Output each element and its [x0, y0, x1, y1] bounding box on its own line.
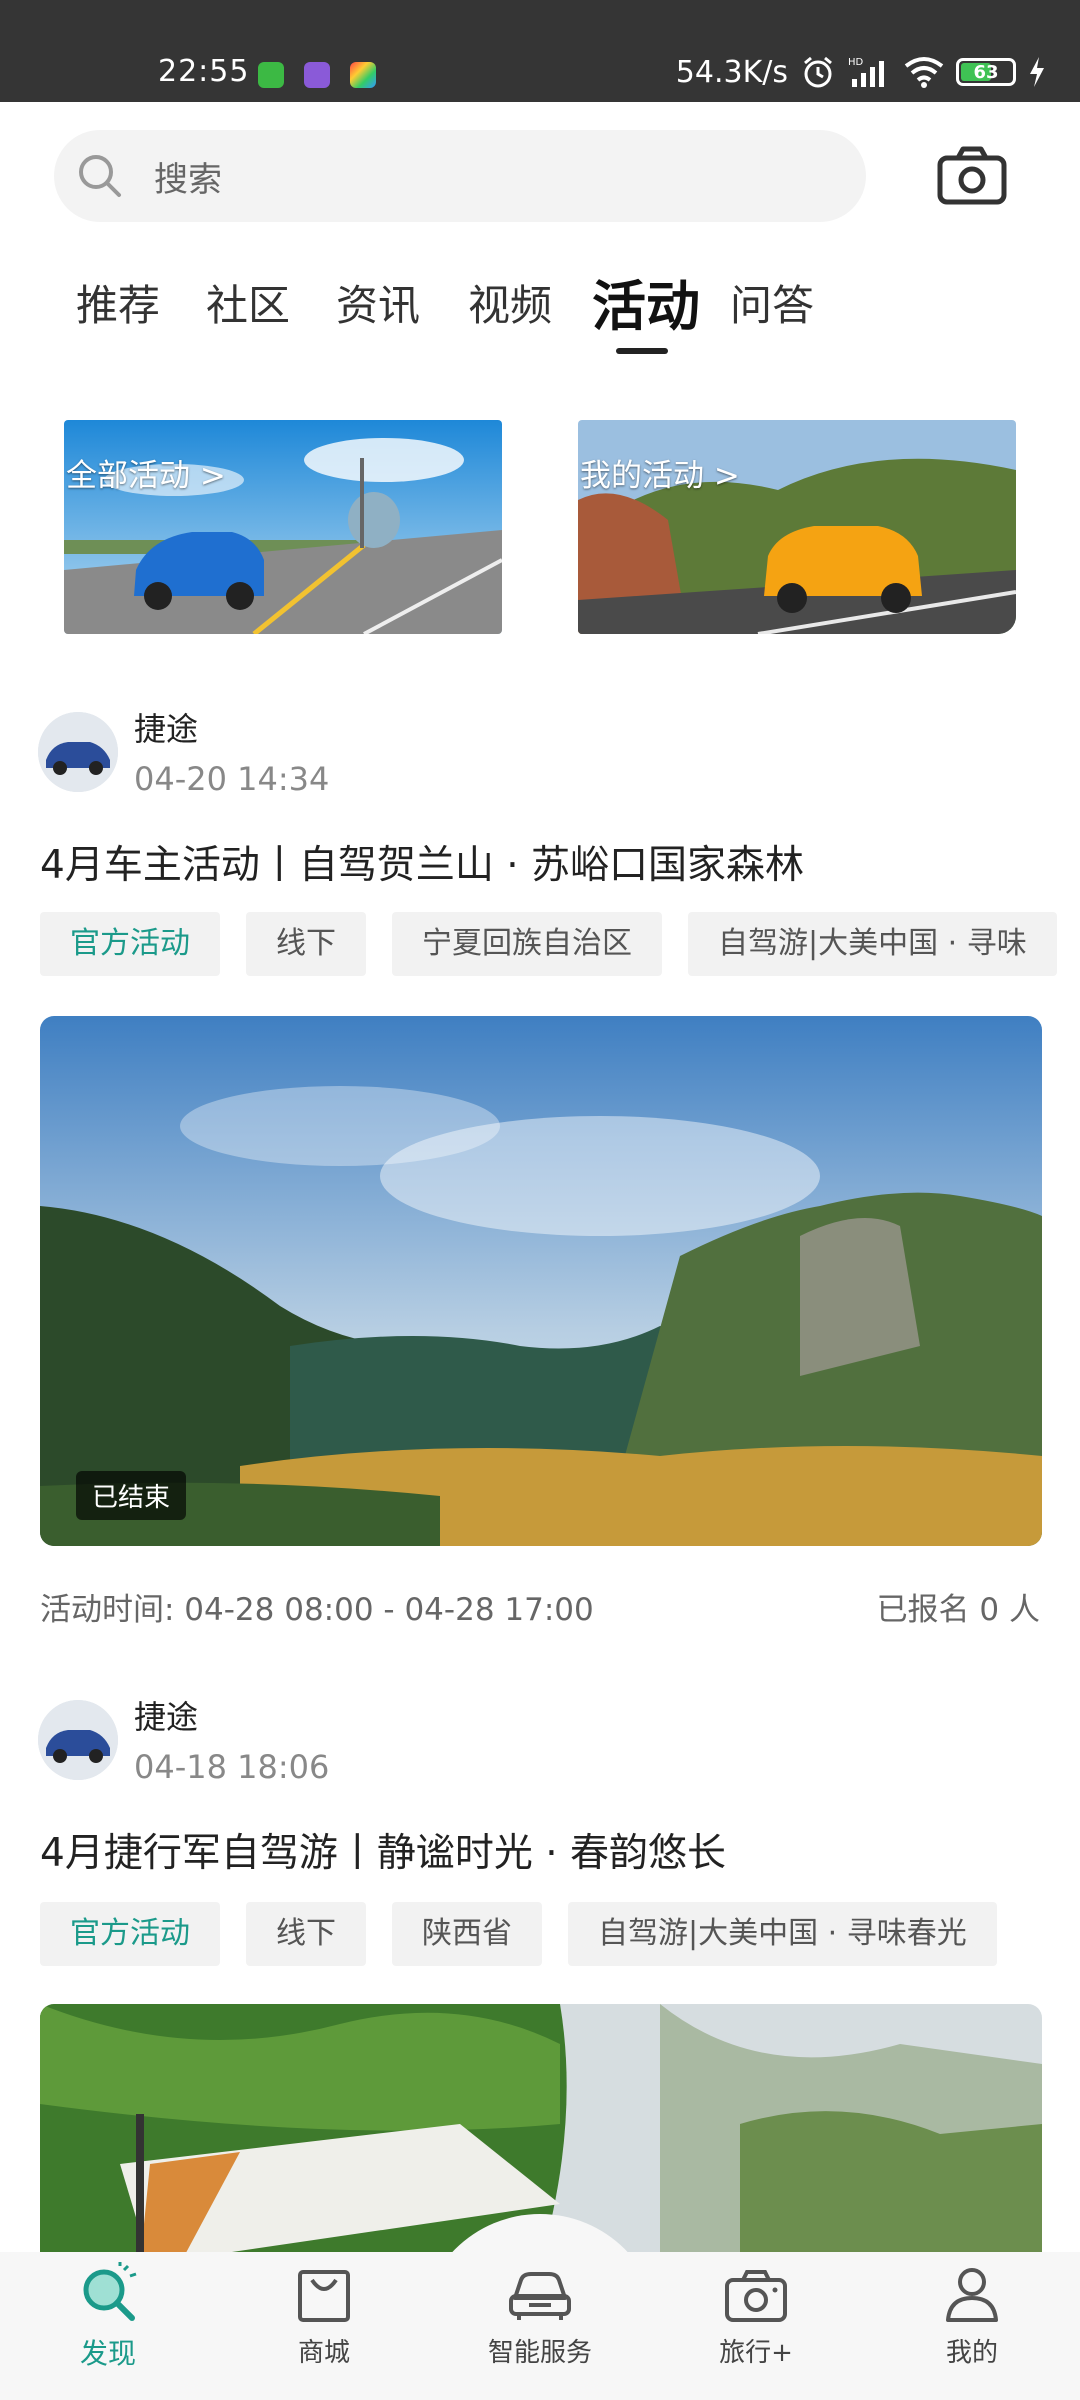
svg-text:HD: HD [848, 57, 864, 68]
active-tab-indicator [616, 348, 668, 354]
signal-icon: HD [848, 57, 884, 87]
tab-news[interactable]: 资讯 [336, 272, 420, 333]
tag-official[interactable]: 官方活动 [40, 1902, 220, 1966]
tag-region[interactable]: 宁夏回族自治区 [392, 912, 662, 976]
nav-smart-service-label: 智能服务 [487, 2338, 592, 2368]
tag-offline[interactable]: 线下 [246, 1902, 366, 1966]
car-service-icon [509, 2272, 571, 2320]
nav-profile[interactable]: 我的 [892, 2262, 1052, 2369]
status-right: 54.3K/s HD 63 [676, 54, 1046, 90]
discover-icon [83, 2262, 137, 2321]
tab-qa[interactable]: 问答 [730, 272, 814, 333]
post-cover-image[interactable]: 已结束 [40, 1016, 1042, 1546]
nav-travel[interactable]: 旅行+ [676, 2262, 836, 2369]
search-bar[interactable]: 搜索 [54, 130, 866, 222]
post-title[interactable]: 4月车主活动丨自驾贺兰山 · 苏峪口国家森林 [40, 834, 804, 890]
colorful-app-notification-icon [350, 62, 376, 88]
tab-video[interactable]: 视频 [468, 272, 552, 333]
tab-recommend[interactable]: 推荐 [76, 272, 160, 333]
search-input[interactable]: 搜索 [154, 152, 222, 201]
app-notification-icon [304, 62, 330, 88]
post-tags: 官方活动 线下 陕西省 自驾游|大美中国 · 寻味春光 [40, 1902, 1080, 1966]
search-icon [79, 155, 121, 197]
tab-activity[interactable]: 活动 [592, 262, 700, 341]
nav-discover[interactable]: 发现 [28, 2262, 188, 2372]
my-activities-label: 我的活动 > [580, 458, 740, 494]
alarm-icon [804, 56, 832, 88]
status-time: 22:55 [158, 54, 250, 89]
post-title[interactable]: 4月捷行军自驾游丨静谧时光 · 春韵悠长 [40, 1822, 726, 1878]
tag-topic[interactable]: 自驾游|大美中国 · 寻味 [688, 912, 1057, 976]
activity-status-badge: 已结束 [76, 1471, 187, 1520]
wifi-icon [904, 57, 944, 88]
mountain-landscape-image [40, 1016, 1042, 1546]
car-avatar-image [38, 1700, 118, 1780]
author-avatar[interactable] [38, 712, 118, 792]
post-time: 04-20 14:34 [134, 760, 330, 798]
post-author[interactable]: 捷途 [134, 704, 198, 750]
wechat-notification-icon [258, 62, 284, 88]
banner-my-activities[interactable]: 我的活动 > [578, 420, 1016, 634]
tag-region[interactable]: 陕西省 [392, 1902, 542, 1966]
car-avatar-image [38, 712, 118, 792]
all-activities-label: 全部活动 > [66, 458, 226, 494]
signup-count: 已报名 0 人 [876, 1592, 1040, 1628]
category-tabs: 推荐 社区 资讯 视频 活动 问答 [0, 262, 1080, 352]
nav-profile-label: 我的 [945, 2338, 998, 2368]
status-bar: 22:55 54.3K/s HD 63 [0, 0, 1080, 102]
travel-camera-icon [725, 2270, 787, 2322]
camera-icon[interactable] [936, 146, 1008, 206]
tag-official[interactable]: 官方活动 [40, 912, 220, 976]
charging-icon [1030, 57, 1044, 87]
battery-icon: 63 [956, 58, 1016, 86]
nav-discover-label: 发现 [79, 2337, 136, 2370]
post-time: 04-18 18:06 [134, 1748, 330, 1786]
post-author[interactable]: 捷途 [134, 1692, 198, 1738]
post-tags: 官方活动 线下 宁夏回族自治区 自驾游|大美中国 · 寻味 [40, 912, 1080, 976]
nav-smart-service[interactable]: 智能服务 [460, 2262, 620, 2369]
shop-bag-icon [298, 2270, 350, 2322]
author-avatar[interactable] [38, 1700, 118, 1780]
tag-offline[interactable]: 线下 [246, 912, 366, 976]
tab-community[interactable]: 社区 [206, 272, 290, 333]
tag-topic[interactable]: 自驾游|大美中国 · 寻味春光 [568, 1902, 997, 1966]
activity-time: 活动时间: 04-28 08:00 - 04-28 17:00 [40, 1592, 594, 1628]
battery-percent: 63 [973, 61, 999, 83]
banner-all-activities[interactable]: 全部活动 > [64, 420, 502, 634]
nav-shop-label: 商城 [297, 2338, 350, 2368]
profile-icon [946, 2268, 998, 2322]
nav-travel-label: 旅行+ [719, 2338, 793, 2368]
network-speed: 54.3K/s [675, 54, 788, 90]
nav-shop[interactable]: 商城 [244, 2262, 404, 2369]
